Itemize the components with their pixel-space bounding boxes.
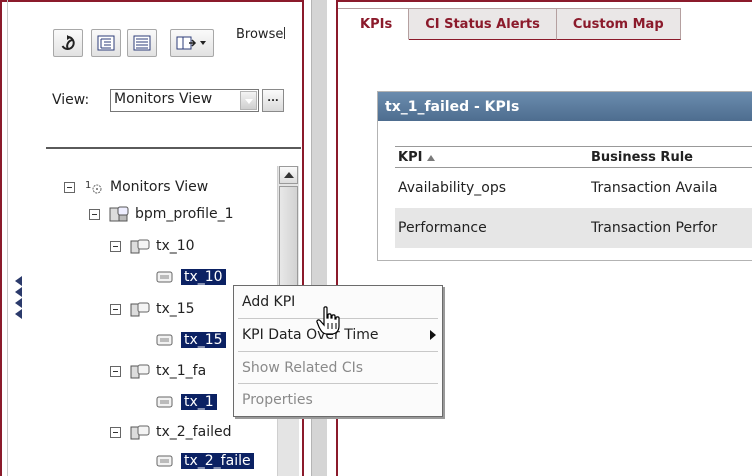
panel-title: tx_1_failed - KPIs xyxy=(378,92,752,121)
collapse-icon[interactable] xyxy=(110,303,121,315)
list-view-button[interactable] xyxy=(127,29,157,57)
view-select[interactable]: Monitors View xyxy=(110,89,259,112)
tree-node-label: tx_2_failed xyxy=(156,424,232,440)
transaction-icon xyxy=(156,334,173,346)
refresh-icon xyxy=(61,35,75,50)
divider xyxy=(46,147,301,149)
svg-text:1: 1 xyxy=(85,180,91,191)
tree-node-tx-1-failed[interactable]: tx_1_fa xyxy=(110,360,206,382)
app-window: Browse View: Monitors View ... 1 Monitor… xyxy=(0,0,752,476)
tree-node-label: tx_15 xyxy=(156,301,195,317)
table-header: KPI Business Rule xyxy=(395,146,752,168)
list-view-icon xyxy=(133,35,151,51)
column-header-label: KPI xyxy=(398,149,423,165)
tree-node-label: bpm_profile_1 xyxy=(135,206,234,222)
hand-cursor-icon xyxy=(316,306,340,335)
business-rule-cell: Transaction Perfor xyxy=(591,220,718,236)
bpm-profile-icon xyxy=(109,206,129,222)
tree-leaf-label: tx_15 xyxy=(181,332,226,348)
collapse-icon[interactable] xyxy=(110,426,121,438)
menu-item-label: Add KPI xyxy=(242,294,296,310)
browse-label[interactable]: Browse xyxy=(236,27,285,42)
transaction-group-icon xyxy=(130,239,150,254)
collapse-icon[interactable] xyxy=(89,208,100,220)
tab-custom-map[interactable]: Custom Map xyxy=(556,8,681,40)
tree-node-tx-15[interactable]: tx_15 xyxy=(110,298,195,320)
table-row[interactable]: Performance Transaction Perfor xyxy=(395,208,752,248)
kpi-cell: Performance xyxy=(398,220,487,236)
tree-view-button[interactable] xyxy=(91,29,121,57)
tree-leaf-label: tx_2_faile xyxy=(181,453,254,469)
tree-node-tx-2-failed[interactable]: tx_2_failed xyxy=(110,421,231,443)
kpi-panel: tx_1_failed - KPIs KPI Business Rule Ava… xyxy=(377,91,752,261)
left-pane-inner-border xyxy=(7,0,8,476)
refresh-button[interactable] xyxy=(53,29,83,57)
tree-leaf-tx-1-failed[interactable]: tx_1 xyxy=(155,391,217,413)
tree-node-profile[interactable]: bpm_profile_1 xyxy=(89,203,234,225)
column-header-business-rule[interactable]: Business Rule xyxy=(591,150,752,165)
collapse-icon[interactable] xyxy=(110,365,121,377)
monitors-view-icon: 1 xyxy=(85,180,102,194)
sort-ascending-icon xyxy=(427,154,436,161)
tree-view-icon xyxy=(97,35,115,51)
transaction-icon xyxy=(156,455,173,467)
view-select-value: Monitors View xyxy=(114,91,213,107)
tree-leaf-tx-2-failed[interactable]: tx_2_faile xyxy=(155,450,254,472)
transaction-group-icon xyxy=(130,302,150,317)
transaction-icon xyxy=(156,396,173,408)
menu-item-label: KPI Data Over Time xyxy=(242,327,379,343)
transaction-icon xyxy=(156,271,173,283)
context-menu: Add KPI KPI Data Over Time Show Related … xyxy=(233,285,443,417)
tree-node-root[interactable]: 1 Monitors View xyxy=(64,176,208,198)
scroll-up-icon[interactable] xyxy=(279,166,298,184)
tab-bar: KPIs CI Status Alerts Custom Map xyxy=(338,8,681,41)
mode-dropdown-icon xyxy=(176,36,206,50)
tree-node-label: tx_10 xyxy=(156,238,195,254)
menu-item-show-related-cis[interactable]: Show Related CIs xyxy=(234,353,442,383)
menu-item-properties[interactable]: Properties xyxy=(234,385,442,415)
tree-leaf-label: tx_10 xyxy=(181,269,226,285)
transaction-group-icon xyxy=(130,364,150,379)
tree-leaf-tx-10[interactable]: tx_10 xyxy=(155,266,226,288)
kpi-cell: Availability_ops xyxy=(398,180,507,196)
tree-leaf-label: tx_1 xyxy=(181,394,217,410)
tree-node-label: tx_1_fa xyxy=(156,363,207,379)
column-header-kpi[interactable]: KPI xyxy=(395,150,591,165)
view-label: View: xyxy=(52,92,90,108)
view-more-button[interactable]: ... xyxy=(262,89,284,112)
transaction-group-icon xyxy=(130,425,150,440)
menu-item-label: Properties xyxy=(242,392,313,408)
collapse-icon[interactable] xyxy=(110,240,121,252)
collapse-pane-icon[interactable] xyxy=(15,276,23,320)
menu-separator xyxy=(238,351,438,352)
menu-item-label: Show Related CIs xyxy=(242,360,364,376)
chevron-down-icon[interactable] xyxy=(240,91,257,110)
submenu-arrow-icon xyxy=(430,330,436,340)
mode-dropdown-button[interactable] xyxy=(170,29,214,57)
tab-kpis[interactable]: KPIs xyxy=(338,8,410,40)
menu-separator xyxy=(238,383,438,384)
tree-node-label: Monitors View xyxy=(110,179,209,195)
collapse-icon[interactable] xyxy=(64,181,75,193)
tree-leaf-tx-15[interactable]: tx_15 xyxy=(155,329,226,351)
tab-ci-status-alerts[interactable]: CI Status Alerts xyxy=(409,8,557,40)
business-rule-cell: Transaction Availa xyxy=(591,180,718,196)
tree-node-tx-10[interactable]: tx_10 xyxy=(110,235,195,257)
table-row[interactable]: Availability_ops Transaction Availa xyxy=(395,168,752,208)
kpi-table: KPI Business Rule Availability_ops Trans… xyxy=(395,146,752,248)
